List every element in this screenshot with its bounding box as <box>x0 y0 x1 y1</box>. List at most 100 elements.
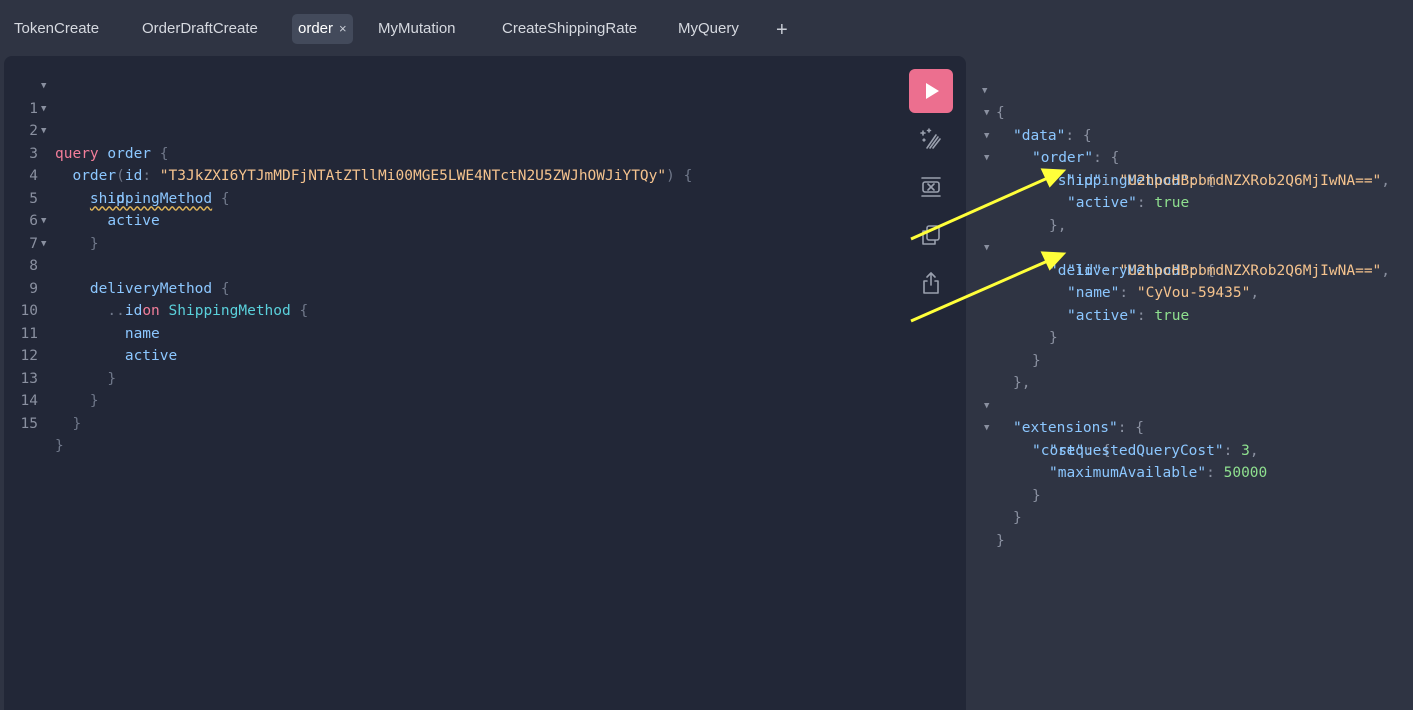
code-area[interactable]: 1 ▼ query order { 2 ▼ order(id: "T3JkZXI… <box>4 75 693 455</box>
tab-label: OrderDraftCreate <box>142 20 258 37</box>
json-line: } <box>966 485 1022 526</box>
code-line: 9 id <box>4 255 142 320</box>
brace: } <box>89 235 99 252</box>
json-colon: : <box>1136 195 1155 211</box>
json-brace: } <box>996 532 1005 549</box>
json-line: } <box>966 327 1041 369</box>
json-colon: : <box>1065 127 1083 144</box>
tab-label: order <box>298 20 334 37</box>
json-brace: }, <box>1049 217 1067 234</box>
json-colon: : <box>1136 307 1155 324</box>
brace: } <box>89 393 99 409</box>
merge-fragments-icon[interactable] <box>918 174 944 200</box>
colon: : <box>142 168 152 184</box>
close-icon[interactable]: × <box>339 21 347 36</box>
field-name: name <box>124 325 160 342</box>
tab-createshippingrate[interactable]: CreateShippingRate <box>502 14 637 44</box>
field-delivery-method: deliveryMethod <box>89 280 213 297</box>
fold-arrow-icon[interactable]: ▼ <box>41 120 46 143</box>
json-brace: } <box>1032 487 1041 504</box>
json-line: "active": true <box>966 170 1189 211</box>
tab-label: MyMutation <box>378 20 456 37</box>
json-line: } <box>966 462 1041 504</box>
json-brace: { <box>1135 420 1144 436</box>
json-result: ▼ { ▼ "data": { ▼ "order": { ▼ "shipping… <box>966 57 1390 549</box>
json-key: "maximumAvailable" <box>1049 465 1207 481</box>
json-line: ▼ "data": { <box>966 80 1092 144</box>
json-colon: : <box>1119 285 1137 301</box>
result-panel: ▼ { ▼ "data": { ▼ "order": { ▼ "shipping… <box>966 56 1413 710</box>
type-condition: ShippingMethod <box>168 303 291 319</box>
keyword-on: on <box>142 303 160 319</box>
code-line: 15 } <box>4 390 64 455</box>
play-icon <box>926 83 939 99</box>
tab-myquery[interactable]: MyQuery <box>678 14 739 44</box>
brace: } <box>107 370 117 387</box>
json-line: "id": "U2hpcHBpbmdNZXRob2Q6MjIwNA==", <box>966 147 1390 189</box>
json-key: "id" <box>1067 262 1102 279</box>
run-query-button[interactable] <box>909 69 953 113</box>
json-line: ▼ "deliveryMethod": { <box>966 215 1215 279</box>
tab-tokencreate[interactable]: TokenCreate <box>14 14 99 44</box>
share-icon[interactable] <box>918 270 944 296</box>
json-line: "id": "U2hpcHBpbmdNZXRob2Q6MjIwNA==", <box>966 237 1390 279</box>
field-active: active <box>107 213 160 229</box>
add-tab-button[interactable]: + <box>776 15 788 45</box>
json-key: "requestedQueryCost" <box>1049 442 1224 459</box>
json-key: "name" <box>1067 285 1120 301</box>
json-line: }, <box>966 192 1066 234</box>
json-key: "data" <box>1013 127 1066 144</box>
tab-bar: TokenCreate OrderDraftCreate order × MyMu… <box>0 0 1413 56</box>
code-line: 14 } <box>4 368 82 432</box>
code-line: 13 } <box>4 345 99 410</box>
query-editor[interactable]: 1 ▼ query order { 2 ▼ order(id: "T3JkZXI… <box>4 56 966 710</box>
code-line: 7 ▼ deliveryMethod { <box>4 210 229 297</box>
fold-arrow-icon[interactable]: ▼ <box>41 233 46 256</box>
tab-order[interactable]: order × <box>292 14 353 44</box>
json-comma: , <box>1249 442 1259 459</box>
json-value: 3 <box>1241 442 1250 459</box>
operation-name: order <box>107 145 152 162</box>
fold-arrow-icon[interactable]: ▼ <box>41 75 46 98</box>
tab-orderdraftcreate[interactable]: OrderDraftCreate <box>142 14 258 44</box>
json-colon: : <box>1093 150 1111 166</box>
json-key: "active" <box>1067 195 1137 211</box>
line-number: 15 <box>20 415 38 432</box>
tab-mymutation[interactable]: MyMutation <box>378 14 456 44</box>
paren: ) <box>666 168 675 184</box>
tab-label: TokenCreate <box>14 20 100 37</box>
json-brace: } <box>1032 352 1041 369</box>
json-colon: : <box>1117 420 1136 436</box>
magic-wand-icon[interactable] <box>918 126 944 152</box>
json-comma: , <box>1381 172 1391 189</box>
code-line: 2 ▼ order(id: "T3JkZXI6YTJmMDFjNTAtZTllM… <box>4 98 692 185</box>
json-value: "CyVou-59435" <box>1136 285 1251 301</box>
json-line: "name": "CyVou-59435", <box>966 260 1259 301</box>
code-line: 6 } <box>4 188 98 252</box>
arg-name: id <box>124 168 143 184</box>
json-colon: : <box>1206 465 1224 481</box>
json-line: ▼ "shippingMethod": { <box>966 125 1215 189</box>
fold-arrow-icon[interactable]: ▼ <box>41 98 46 121</box>
json-key: "active" <box>1067 307 1137 324</box>
field-order: order <box>72 168 117 184</box>
json-value: true <box>1154 307 1190 324</box>
field-id: id <box>107 190 125 207</box>
copy-icon[interactable] <box>918 222 944 248</box>
tab-label: CreateShippingRate <box>502 20 638 37</box>
field-active: active <box>124 348 178 364</box>
code-line: 10 name <box>4 278 160 342</box>
json-brace: { <box>1110 150 1120 166</box>
json-comma: , <box>1381 262 1391 279</box>
paren: ( <box>116 168 125 184</box>
json-brace: { <box>1082 127 1092 144</box>
json-key: "order" <box>1032 150 1094 166</box>
fold-arrow-icon[interactable]: ▼ <box>41 210 46 233</box>
json-line: } <box>966 305 1058 346</box>
json-line: } <box>966 507 1018 549</box>
json-key: "id" <box>1067 172 1102 189</box>
json-key: "extensions" <box>1013 420 1118 436</box>
brace: { <box>159 145 169 162</box>
json-value: "U2hpcHBpbmdNZXRob2Q6MjIwNA==" <box>1119 262 1382 279</box>
brace: { <box>220 190 230 207</box>
